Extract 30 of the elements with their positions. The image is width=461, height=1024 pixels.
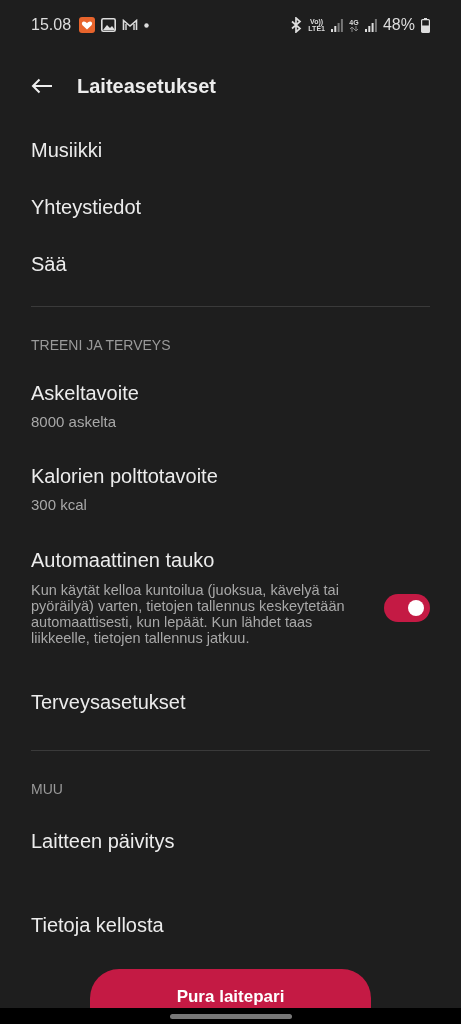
signal-icon xyxy=(330,18,343,32)
signal-icon xyxy=(364,18,377,32)
section-heading: MUU xyxy=(31,780,64,799)
settings-item[interactable]: Kalorien polttotavoite xyxy=(31,465,430,488)
dot-icon xyxy=(144,22,150,28)
section-heading: TREENI JA TERVEYS xyxy=(31,336,172,355)
settings-item[interactable]: Tietoja kellosta xyxy=(31,883,430,967)
page-title: Laiteasetukset xyxy=(77,74,216,98)
home-handle[interactable] xyxy=(169,1013,292,1019)
mail-icon xyxy=(122,19,139,31)
settings-item[interactable]: Laitteen päivitys xyxy=(31,799,430,883)
status-time: 15.08 xyxy=(31,16,72,34)
bluetooth-icon xyxy=(290,17,303,33)
settings-item[interactable]: Yhteystiedot xyxy=(31,179,430,236)
battery-icon xyxy=(421,17,430,33)
setting-title: Automaattinen tauko xyxy=(31,549,216,572)
settings-item[interactable]: Sää xyxy=(31,236,430,293)
back-arrow-icon[interactable] xyxy=(31,78,53,94)
heart-app-icon xyxy=(79,17,96,33)
battery-percent: 48% xyxy=(382,16,415,34)
data-arrows-icon xyxy=(348,25,359,32)
toggle-switch[interactable] xyxy=(384,593,430,622)
settings-item[interactable]: Askeltavoite xyxy=(31,382,430,405)
item-value: 8000 askelta xyxy=(31,413,118,430)
image-icon xyxy=(101,18,117,32)
setting-description: Kun käytät kelloa kuntoilua (juoksua, kävelyä tai pyöräilyä) varten, tietojen tallennus keskeytetään automaattisesti, kun lepäät. Kun lähdet taas liikkeelle, tietojen tallennus jatkuu. xyxy=(31,582,346,646)
settings-item[interactable]: Terveysasetukset xyxy=(31,674,430,737)
item-value: 300 kcal xyxy=(31,496,88,513)
unpair-button[interactable]: Pura laitepari xyxy=(90,969,371,1008)
settings-item[interactable]: Musiikki xyxy=(31,122,430,179)
